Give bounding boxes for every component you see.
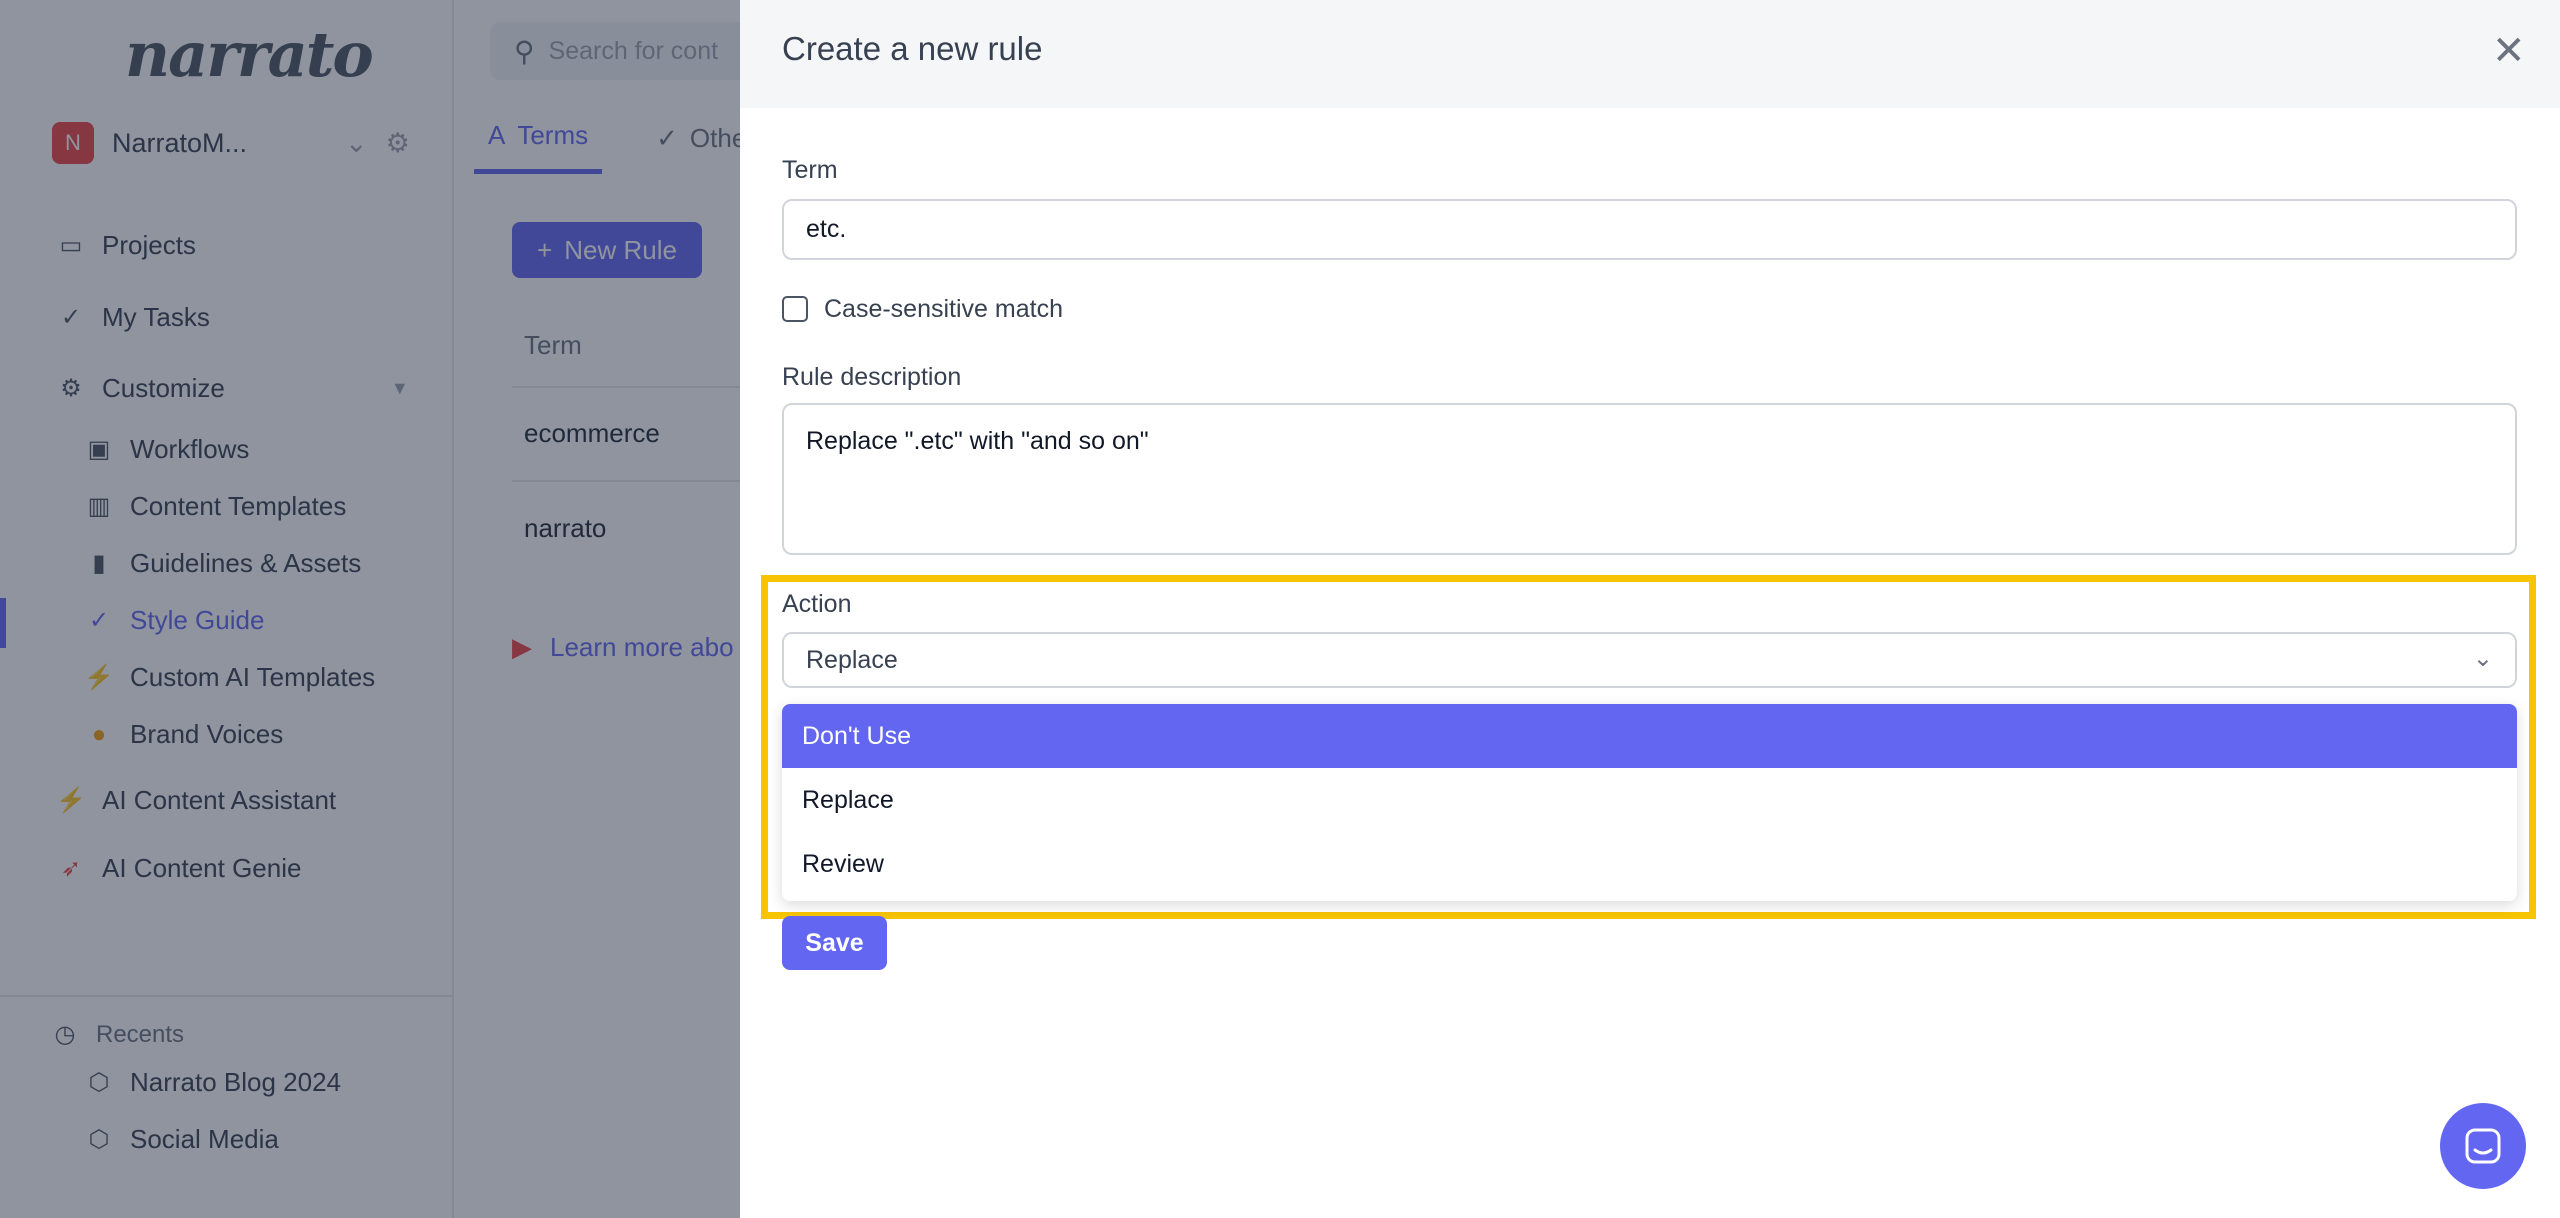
option-dont-use[interactable]: Don't Use bbox=[782, 704, 2517, 768]
term-input[interactable]: etc. bbox=[782, 199, 2517, 260]
option-review[interactable]: Review bbox=[782, 832, 2517, 896]
case-sensitive-label: Case-sensitive match bbox=[824, 295, 1063, 323]
description-value: Replace ".etc" with "and so on" bbox=[806, 427, 1149, 455]
action-dropdown: Don't Use Replace Review bbox=[782, 704, 2517, 901]
chat-icon bbox=[2465, 1128, 2501, 1164]
option-replace[interactable]: Replace bbox=[782, 768, 2517, 832]
case-sensitive-checkbox[interactable] bbox=[782, 296, 808, 322]
chevron-down-icon: ⌄ bbox=[2472, 645, 2493, 672]
action-select[interactable]: Replace ⌄ bbox=[782, 632, 2517, 688]
save-button[interactable]: Save bbox=[782, 916, 887, 970]
chat-launcher-button[interactable] bbox=[2440, 1103, 2526, 1189]
action-label: Action bbox=[782, 590, 852, 618]
close-icon[interactable]: ✕ bbox=[2492, 28, 2526, 74]
term-value: etc. bbox=[806, 215, 847, 243]
rule-description-textarea[interactable]: Replace ".etc" with "and so on" bbox=[782, 403, 2517, 555]
action-value: Replace bbox=[806, 645, 898, 674]
modal-title: Create a new rule bbox=[782, 30, 1043, 67]
modal-backdrop[interactable] bbox=[0, 0, 740, 1218]
term-label: Term bbox=[782, 156, 838, 184]
create-rule-modal: Create a new rule ✕ Term etc. Case-sensi… bbox=[740, 0, 2560, 1218]
rule-description-label: Rule description bbox=[782, 363, 962, 391]
